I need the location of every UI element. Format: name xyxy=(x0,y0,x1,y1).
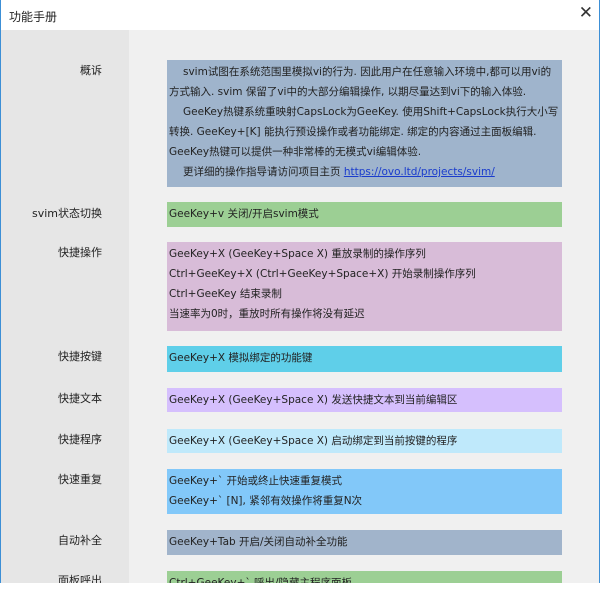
line: Ctrl+GeeKey 结束录制 xyxy=(169,288,282,300)
line: GeeKey+X (GeeKey+Space X) 启动绑定到当前按键的程序 xyxy=(169,435,458,447)
line: GeeKey+` [N], 紧邻有效操作将重复N次 xyxy=(169,495,363,507)
overview-paragraph: GeeKey热键系统重映射CapsLock为GeeKey. 使用Shift+Ca… xyxy=(169,106,559,158)
line: GeeKey+Tab 开启/关闭自动补全功能 xyxy=(169,536,348,548)
line: GeeKey+X 模拟绑定的功能键 xyxy=(169,352,313,364)
quick-keys-box: GeeKey+X 模拟绑定的功能键 xyxy=(167,346,562,372)
svim-toggle-box: GeeKey+v 关闭/开启svim模式 xyxy=(167,202,562,227)
panel-box: Ctrl+GeeKey+` 呼出/隐藏主程序面板 xyxy=(167,571,562,583)
quick-program-box: GeeKey+X (GeeKey+Space X) 启动绑定到当前按键的程序 xyxy=(167,429,562,453)
section-label-quick-program: 快捷程序 xyxy=(58,433,102,446)
project-link[interactable]: https://ovo.ltd/projects/svim/ xyxy=(344,166,495,178)
section-label-quick-repeat: 快速重复 xyxy=(58,473,102,486)
section-label-svim-toggle: svim状态切换 xyxy=(31,207,102,220)
overview-box: svim试图在系统范围里模拟vi的行为. 因此用户在任意输入环境中,都可以用vi… xyxy=(167,60,562,187)
manual-content[interactable]: 概诉 svim试图在系统范围里模拟vi的行为. 因此用户在任意输入环境中,都可以… xyxy=(0,30,600,583)
line: GeeKey+v 关闭/开启svim模式 xyxy=(169,208,319,220)
quick-ops-box: GeeKey+X (GeeKey+Space X) 重放录制的操作序列 Ctrl… xyxy=(167,242,562,331)
quick-repeat-box: GeeKey+` 开始或终止快速重复模式 GeeKey+` [N], 紧邻有效操… xyxy=(167,469,562,514)
section-label-autocomplete: 自动补全 xyxy=(58,534,102,547)
title-bar: 功能手册 ✕ xyxy=(0,0,600,30)
section-label-quick-keys: 快捷按键 xyxy=(58,350,102,363)
line: Ctrl+GeeKey+X (Ctrl+GeeKey+Space+X) 开始录制… xyxy=(169,268,476,280)
overview-paragraph: svim试图在系统范围里模拟vi的行为. 因此用户在任意输入环境中,都可以用vi… xyxy=(169,66,552,98)
line: Ctrl+GeeKey+` 呼出/隐藏主程序面板 xyxy=(169,577,352,583)
overview-link-line: 更详细的操作指导请访问项目主页 https://ovo.ltd/projects… xyxy=(169,162,560,182)
label-column xyxy=(1,30,129,583)
line: GeeKey+X (GeeKey+Space X) 重放录制的操作序列 xyxy=(169,248,426,260)
line: GeeKey+` 开始或终止快速重复模式 xyxy=(169,475,342,487)
section-label-overview: 概诉 xyxy=(80,64,102,77)
section-label-panel: 面板呼出 xyxy=(58,574,102,583)
autocomplete-box: GeeKey+Tab 开启/关闭自动补全功能 xyxy=(167,530,562,555)
line: 当速率为0时，重放时所有操作将没有延迟 xyxy=(169,308,365,320)
link-prefix: 更详细的操作指导请访问项目主页 xyxy=(183,166,344,178)
section-label-quick-text: 快捷文本 xyxy=(58,392,102,405)
window-title: 功能手册 xyxy=(9,10,58,24)
close-icon[interactable]: ✕ xyxy=(579,3,593,23)
quick-text-box: GeeKey+X (GeeKey+Space X) 发送快捷文本到当前编辑区 xyxy=(167,388,562,412)
line: GeeKey+X (GeeKey+Space X) 发送快捷文本到当前编辑区 xyxy=(169,394,458,406)
section-label-quick-ops: 快捷操作 xyxy=(58,246,102,259)
